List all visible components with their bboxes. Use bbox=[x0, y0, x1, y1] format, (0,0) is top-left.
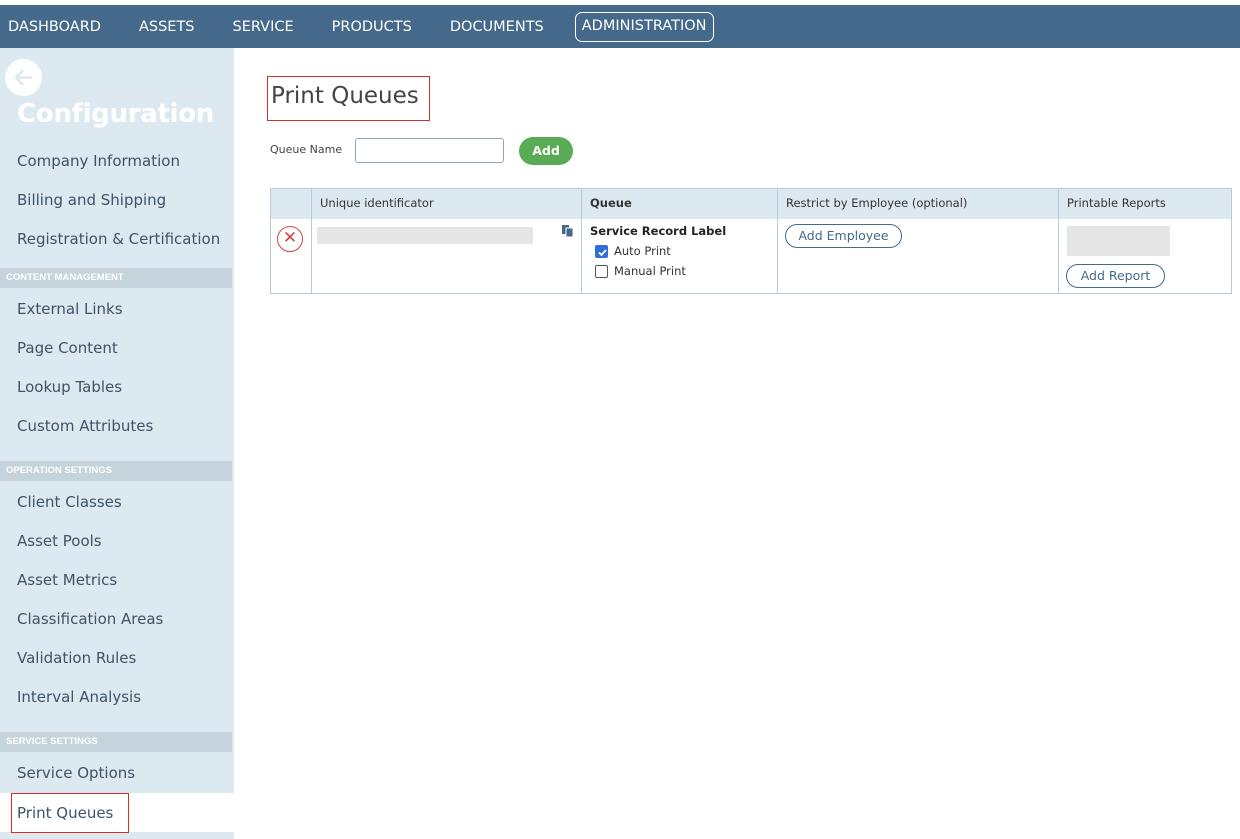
sidebar-item-print-queues[interactable]: Print Queues bbox=[0, 793, 234, 833]
sidebar-item-validation-rules[interactable]: Validation Rules bbox=[0, 639, 234, 678]
copy-icon[interactable] bbox=[562, 225, 574, 237]
manual-print-option[interactable]: Manual Print bbox=[595, 264, 686, 278]
sidebar-item-service-options[interactable]: Service Options bbox=[0, 754, 234, 793]
sidebar-item-classification-areas[interactable]: Classification Areas bbox=[0, 600, 234, 639]
sidebar-item-registration-certification[interactable]: Registration & Certification bbox=[0, 220, 234, 259]
sidebar-item-interval-analysis[interactable]: Interval Analysis bbox=[0, 678, 234, 717]
column-header-restrict-by-employee: Restrict by Employee (optional) bbox=[778, 189, 1059, 219]
sidebar-item-external-links[interactable]: External Links bbox=[0, 290, 234, 329]
column-header-queue: Queue bbox=[582, 189, 778, 219]
cell-queue: Service Record Label Auto Print Manual P… bbox=[582, 219, 778, 294]
manual-print-label: Manual Print bbox=[614, 264, 686, 278]
top-navigation: DASHBOARD ASSETS SERVICE PRODUCTS DOCUME… bbox=[0, 5, 1240, 48]
queue-name-label: Queue Name bbox=[270, 143, 343, 156]
main-content: Print Queues Queue Name Add Unique ident… bbox=[234, 48, 1240, 839]
cell-actions: ✕ bbox=[271, 219, 312, 294]
add-queue-button[interactable]: Add bbox=[519, 137, 573, 165]
cell-restrict-by-employee: Add Employee bbox=[778, 219, 1059, 294]
queue-name: Service Record Label bbox=[590, 224, 727, 238]
section-header-content-management: CONTENT MANAGEMENT bbox=[0, 268, 232, 288]
section-header-service-settings: SERVICE SETTINGS bbox=[0, 732, 232, 752]
sidebar-item-lookup-tables[interactable]: Lookup Tables bbox=[0, 368, 234, 407]
sidebar: Configuration Company Information Billin… bbox=[0, 48, 234, 839]
queue-name-input[interactable] bbox=[355, 138, 504, 163]
sidebar-item-label: Print Queues bbox=[11, 793, 130, 833]
nav-assets[interactable]: ASSETS bbox=[120, 12, 214, 42]
nav-documents[interactable]: DOCUMENTS bbox=[431, 12, 563, 42]
sidebar-title: Configuration bbox=[17, 99, 214, 129]
auto-print-option[interactable]: Auto Print bbox=[595, 244, 671, 258]
cell-printable-reports: Add Report bbox=[1059, 219, 1231, 294]
sidebar-item-page-content[interactable]: Page Content bbox=[0, 329, 234, 368]
remove-circle-icon[interactable]: ✕ bbox=[277, 226, 303, 252]
nav-service[interactable]: SERVICE bbox=[214, 12, 313, 42]
auto-print-label: Auto Print bbox=[614, 244, 671, 258]
sidebar-item-client-classes[interactable]: Client Classes bbox=[0, 483, 234, 522]
add-employee-button[interactable]: Add Employee bbox=[785, 224, 902, 248]
redacted-identifier bbox=[317, 227, 533, 244]
cell-unique-identificator bbox=[312, 219, 582, 294]
auto-print-checkbox[interactable] bbox=[595, 244, 608, 258]
column-header-unique-identificator: Unique identificator bbox=[312, 189, 582, 219]
add-report-button[interactable]: Add Report bbox=[1066, 264, 1165, 288]
sidebar-item-billing-and-shipping[interactable]: Billing and Shipping bbox=[0, 181, 234, 220]
sidebar-item-asset-pools[interactable]: Asset Pools bbox=[0, 522, 234, 561]
column-header-printable-reports: Printable Reports bbox=[1059, 189, 1231, 219]
back-arrow-icon[interactable] bbox=[5, 59, 42, 96]
section-header-operation-settings: OPERATION SETTINGS bbox=[0, 461, 232, 481]
column-header-actions bbox=[271, 189, 312, 219]
redacted-report bbox=[1067, 226, 1170, 256]
nav-administration[interactable]: ADMINISTRATION bbox=[574, 11, 714, 42]
nav-products[interactable]: PRODUCTS bbox=[313, 12, 431, 42]
manual-print-checkbox[interactable] bbox=[595, 264, 608, 278]
sidebar-item-asset-metrics[interactable]: Asset Metrics bbox=[0, 561, 234, 600]
sidebar-item-company-information[interactable]: Company Information bbox=[0, 142, 234, 181]
print-queues-table: Unique identificator Queue Restrict by E… bbox=[270, 188, 1232, 294]
sidebar-item-custom-attributes[interactable]: Custom Attributes bbox=[0, 407, 234, 446]
nav-dashboard[interactable]: DASHBOARD bbox=[0, 12, 120, 42]
page-title: Print Queues bbox=[267, 76, 430, 121]
